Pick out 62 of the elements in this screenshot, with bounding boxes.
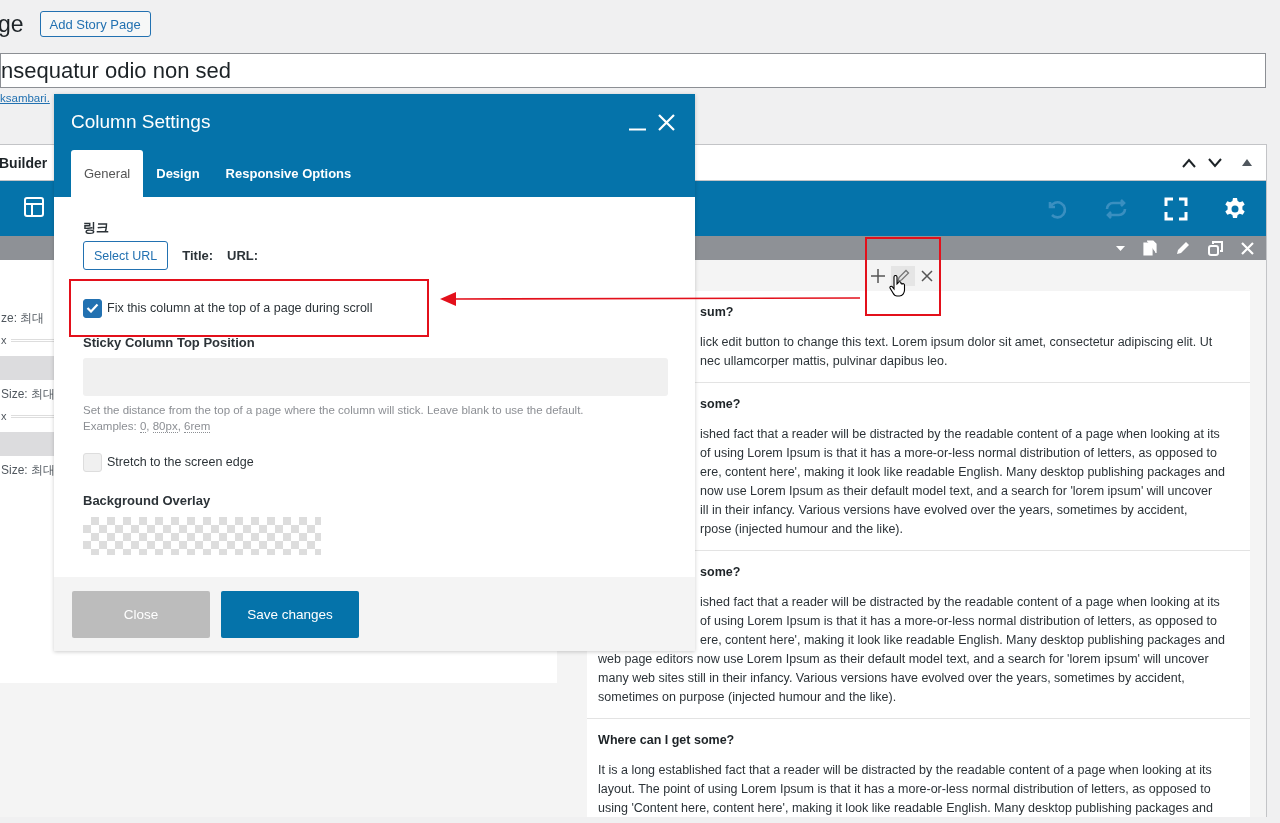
paragraph-line: ere, content here', making it look like readable English. Many desktop publishing packages and (700, 465, 1226, 479)
size-label: Size: 최대 (1, 463, 55, 477)
paragraph-line: ere, content here', making it look like readable English. Many desktop publishing packages and (700, 633, 1226, 647)
close-icon[interactable] (921, 269, 934, 282)
chevron-up-icon[interactable] (1182, 157, 1196, 168)
checkbox[interactable] (83, 298, 102, 318)
unit-label: x (1, 334, 7, 346)
size-label: ze: 최대 (1, 311, 45, 325)
caret-down-icon[interactable] (1116, 245, 1125, 251)
paragraph-line: web page editors now use Lorem Ipsum as their default model text, and a search for 'lorem ipsum' will uncover (598, 652, 1209, 666)
separator: , (146, 420, 150, 432)
card-heading: sum? (700, 305, 734, 319)
field-label: Sticky Column Top Position (83, 335, 255, 350)
field-label: Background Overlay (83, 493, 211, 508)
card-heading: Where can I get some? (598, 733, 735, 747)
paragraph-line: many web sites still in their infancy. Various versions have evolved over the years, sometimes by accident, (598, 671, 1185, 685)
card-heading: some? (700, 565, 741, 579)
field-label: URL: (227, 248, 259, 263)
paragraph-line: ished fact that a reader will be distracted by the readable content of a page when looking at its (700, 427, 1220, 441)
plus-icon[interactable] (871, 268, 886, 283)
help-text: Set the distance from the top of a page where the column will stick. Leave blank to use the default. (83, 404, 584, 416)
paragraph-line: nec ullamcorper mattis, pulvinar dapibus leo. (700, 354, 948, 368)
modal-title: Column Settings (71, 111, 212, 133)
select-url-button[interactable]: Select URL (83, 241, 169, 270)
layout-icon[interactable] (23, 195, 45, 218)
save-changes-button[interactable]: Save changes (221, 590, 359, 638)
paragraph-line: lick edit button to change this text. Lorem ipsum dolor sit amet, consectetur adipiscing elit. Ut (700, 335, 1213, 349)
chevron-down-icon[interactable] (1208, 157, 1222, 168)
example-value: 80px (152, 420, 178, 433)
paragraph-line: layout. The point of using Lorem Ipsum is that it has a more-or-less normal distribution of letters, as opposed to (598, 782, 1211, 796)
tab[interactable]: General (71, 150, 144, 197)
field-label: Title: (182, 248, 214, 263)
panel-title: Builder (0, 154, 49, 171)
add-story-page-button[interactable]: Add Story Page (39, 11, 151, 37)
size-label: Size: 최대 (1, 387, 55, 401)
paragraph-line: now use Lorem Ipsum as their default model text, and a search for 'lorem ipsum' will uncover (700, 484, 1213, 498)
triangle-up-icon[interactable] (1242, 159, 1252, 166)
tab[interactable]: Responsive Options (212, 150, 365, 197)
example-value: 6rem (184, 420, 211, 433)
paragraph-line: of using Lorem Ipsum is that it has a more-or-less normal distribution of letters, as opposed to (700, 614, 1217, 628)
help-text: Examples: (83, 420, 137, 432)
copy-icon[interactable] (1143, 240, 1157, 256)
permalink-link[interactable]: ksambari. (0, 92, 50, 104)
paragraph-line: ill in their infancy. Various versions have evolved over the years, sometimes by accident, (700, 503, 1188, 517)
field-label: 링크 (83, 220, 109, 235)
separator: , (177, 420, 181, 432)
card-heading: some? (700, 397, 741, 411)
settings-icon[interactable] (1223, 196, 1247, 221)
checkbox-label: Fix this column at the top of a page during scroll (107, 301, 373, 315)
tab[interactable]: Design (143, 150, 213, 197)
title-field[interactable]: nsequatur odio non sed (0, 53, 1266, 88)
fullscreen-icon[interactable] (1164, 196, 1188, 221)
pencil-icon[interactable] (896, 268, 911, 283)
paragraph-line: using 'Content here, content here', making it look like readable English. Many desktop publishing packages and (598, 801, 1213, 815)
paragraph-line: of using Lorem Ipsum is that it has a more-or-less normal distribution of letters, as opposed to (700, 446, 1217, 460)
paragraph-line: sometimes on purpose (injected humour and the like). (598, 690, 897, 704)
paragraph-line: rpose (injected humour and the like). (700, 522, 903, 536)
paragraph-line: ished fact that a reader will be distracted by the readable content of a page when looking at its (700, 595, 1220, 609)
unit-label: x (1, 410, 7, 422)
paragraph-line: It is a long established fact that a reader will be distracted by the readable content of a page when looking at its (598, 763, 1212, 777)
duplicate-icon[interactable] (1208, 240, 1223, 256)
checkbox-label: Stretch to the screen edge (107, 455, 254, 469)
